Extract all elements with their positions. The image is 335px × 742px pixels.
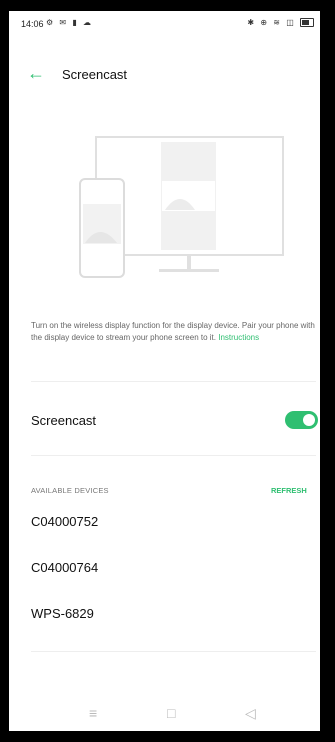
back-arrow-icon[interactable]: ← — [27, 63, 45, 83]
divider — [31, 381, 316, 382]
status-indicator-icons: ✱ ⊕ ≋ ◫ — [247, 18, 296, 27]
phone-screen: 14:06 ⚙ ✉ ▮ ☁ ✱ ⊕ ≋ ◫ ← Screencast Turn … — [9, 11, 320, 731]
home-icon[interactable]: □ — [167, 705, 175, 721]
refresh-button[interactable]: REFRESH — [271, 486, 307, 495]
tv-stand — [187, 255, 191, 269]
back-icon[interactable]: ◁ — [245, 705, 256, 722]
screencast-label: Screencast — [31, 413, 97, 428]
device-item[interactable]: WPS-6829 — [31, 606, 94, 621]
toggle-knob — [303, 414, 315, 426]
tv-base — [159, 269, 219, 272]
navigation-bar: ≡ □ ◁ — [9, 701, 320, 731]
description-text: Turn on the wireless display function fo… — [31, 321, 315, 342]
menu-icon[interactable]: ≡ — [89, 705, 97, 721]
screencast-toggle[interactable] — [285, 411, 318, 429]
instructions-link[interactable]: Instructions — [218, 333, 259, 342]
status-bar: 14:06 ⚙ ✉ ▮ ☁ ✱ ⊕ ≋ ◫ — [9, 11, 320, 37]
device-item[interactable]: C04000764 — [31, 560, 98, 575]
available-devices-title: AVAILABLE DEVICES — [31, 486, 109, 495]
battery-icon — [300, 18, 314, 28]
page-title: Screencast — [62, 67, 128, 82]
device-item[interactable]: C04000752 — [31, 514, 98, 529]
status-time: 14:06 — [21, 19, 44, 29]
instructions-text: Turn on the wireless display function fo… — [31, 320, 316, 344]
app-header: ← Screencast — [9, 61, 320, 91]
system-icons: ✱ ⊕ ≋ ◫ — [247, 18, 314, 28]
divider — [31, 651, 316, 652]
screencast-illustration — [79, 136, 284, 278]
divider — [31, 455, 316, 456]
notification-icons: ⚙ ✉ ▮ ☁ — [46, 18, 93, 27]
